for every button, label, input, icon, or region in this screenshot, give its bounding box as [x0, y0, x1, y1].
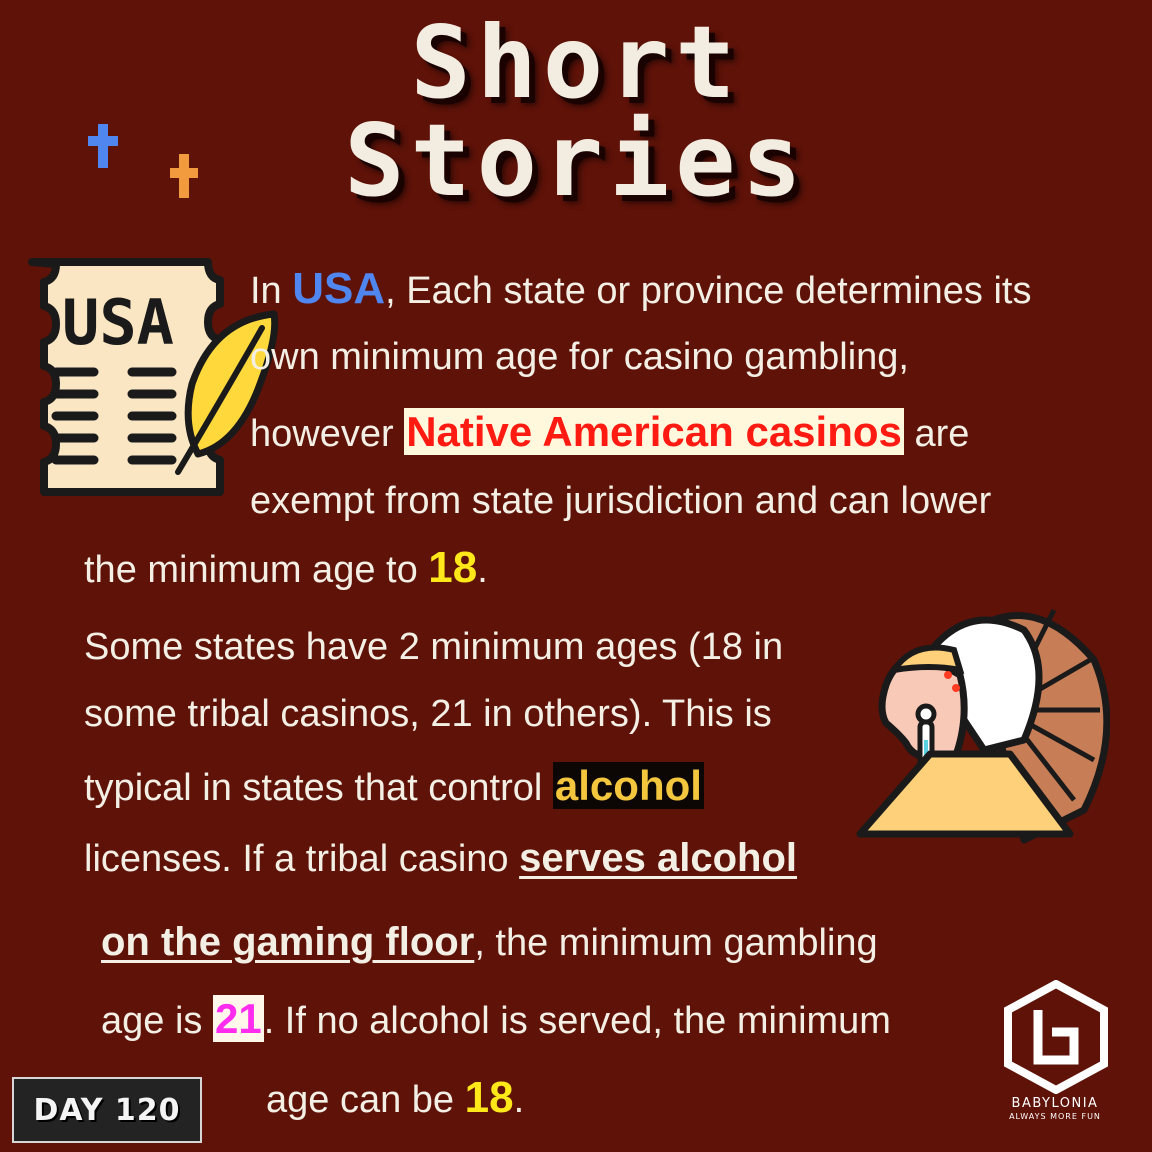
p1-line-2: own minimum age for casino gambling,	[250, 336, 909, 378]
p1-text: are	[903, 413, 970, 455]
p1-line-4: exempt from state jurisdiction and can l…	[250, 480, 992, 522]
p1-text: .	[477, 549, 488, 591]
babylonia-logo-icon	[1004, 980, 1108, 1094]
p2-line-7: age can be 18.	[266, 1073, 524, 1123]
age-21-highlight: 21	[212, 995, 264, 1042]
p2-line-2: some tribal casinos, 21 in others). This…	[84, 693, 772, 735]
newspaper-quill-icon: USA	[28, 258, 279, 496]
p2-text: typical in states that control	[84, 767, 553, 809]
serves-alcohol-underline: serves alcohol	[519, 836, 798, 880]
p1-line-3: however Native American casinos are	[250, 408, 969, 456]
newspaper-label: USA	[62, 286, 174, 359]
native-chief-icon	[856, 608, 1110, 844]
brand-tagline: ALWAYS MORE FUN	[1009, 1112, 1101, 1121]
orange-sparkle-icon	[170, 154, 198, 198]
age-18-highlight-2: 18	[464, 1073, 514, 1122]
p2-line-1: Some states have 2 minimum ages (18 in	[84, 626, 784, 668]
p2-text: licenses. If a tribal casino	[84, 838, 520, 880]
p2-line-5: on the gaming floor, the minimum gamblin…	[101, 920, 878, 965]
p2-text: , the minimum gambling	[474, 922, 878, 964]
p2-line-4: licenses. If a tribal casino serves alco…	[84, 836, 797, 881]
p2-text: age can be	[266, 1079, 465, 1121]
usa-highlight: USA	[292, 264, 386, 313]
p1-text: the minimum age to	[84, 549, 429, 591]
p1-text: In	[250, 270, 293, 312]
blue-sparkle-icon	[88, 124, 118, 168]
p1-text: , Each state or province determines its	[385, 270, 1032, 312]
alcohol-highlight: alcohol	[552, 762, 704, 809]
p2-text: .	[513, 1079, 525, 1121]
gaming-floor-underline: on the gaming floor	[101, 920, 475, 964]
p2-line-3: typical in states that control alcohol	[84, 762, 704, 810]
p2-text: age is	[101, 1000, 213, 1042]
p2-line-6: age is 21. If no alcohol is served, the …	[101, 995, 891, 1043]
p1-text: however	[250, 413, 405, 455]
p1-line-5: the minimum age to 18.	[84, 543, 488, 593]
native-american-highlight: Native American casinos	[404, 408, 904, 455]
p2-text: . If no alcohol is served, the minimum	[263, 1000, 891, 1042]
p1-line-1: In USA, Each state or province determine…	[250, 264, 1031, 314]
age-18-highlight: 18	[428, 543, 478, 592]
day-badge: DAY 120	[12, 1077, 202, 1143]
brand-name: BABYLONIA	[1011, 1096, 1099, 1111]
